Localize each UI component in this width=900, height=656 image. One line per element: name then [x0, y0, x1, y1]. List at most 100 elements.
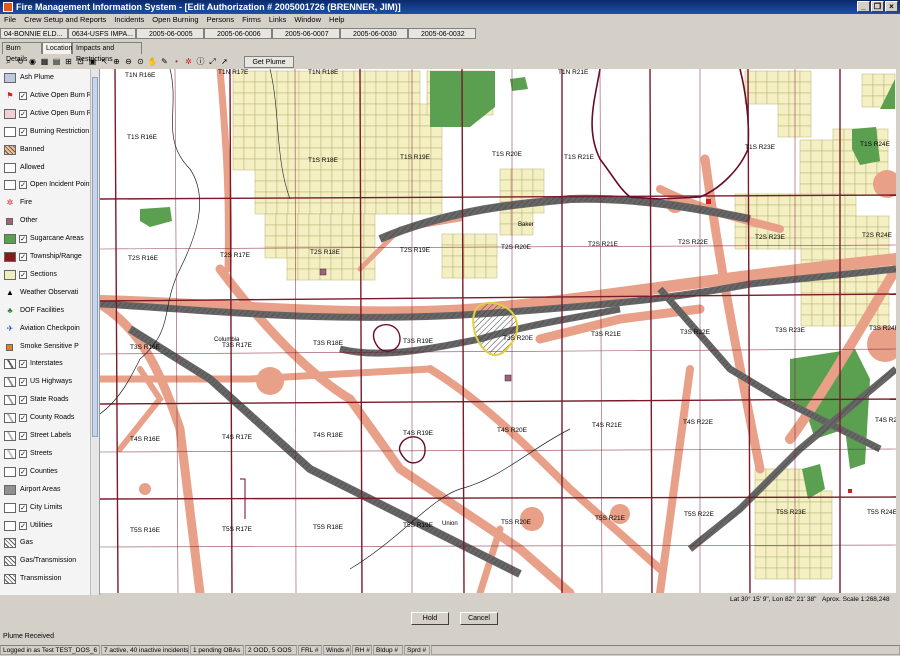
menu-crew-setup[interactable]: Crew Setup and Reports: [20, 14, 110, 26]
close-button[interactable]: ×: [885, 1, 898, 12]
menu-window[interactable]: Window: [290, 14, 325, 26]
legend-item[interactable]: ✓ Open Incident Point: [2, 178, 98, 194]
menu-help[interactable]: Help: [325, 14, 348, 26]
legend-item[interactable]: Banned: [2, 143, 98, 159]
hold-button[interactable]: Hold: [411, 612, 449, 625]
point-icon[interactable]: •: [171, 56, 182, 67]
legend-item[interactable]: ▲ Weather Observati: [2, 286, 98, 302]
layer-checkbox[interactable]: ✓: [19, 181, 27, 190]
legend-item[interactable]: Gas: [2, 536, 98, 552]
layer-checkbox[interactable]: ✓: [19, 91, 27, 100]
menu-firms[interactable]: Firms: [238, 14, 265, 26]
legend-item[interactable]: Ash Plume: [2, 71, 98, 87]
layer-checkbox[interactable]: ✓: [19, 432, 27, 440]
township-label: T5S R23E: [776, 509, 806, 516]
record-tab[interactable]: 2005-06-0005: [136, 28, 204, 39]
layer-checkbox[interactable]: ✓: [19, 414, 27, 423]
layer-checkbox[interactable]: ✓: [19, 449, 27, 458]
section-cell: [297, 257, 310, 270]
legend-item[interactable]: Other: [2, 214, 98, 230]
legend-item[interactable]: ✈ Aviation Checkpoin: [2, 322, 98, 338]
tab-location[interactable]: Location: [42, 42, 72, 54]
restore-button[interactable]: ❐: [871, 1, 884, 12]
line-symbol: [4, 448, 16, 459]
section-cell: [765, 567, 778, 580]
layer-checkbox[interactable]: ✓: [19, 235, 27, 244]
menu-file[interactable]: File: [0, 14, 20, 26]
minimize-button[interactable]: _: [857, 1, 870, 12]
record-tab[interactable]: 0634-USFS IMPA...: [68, 28, 136, 39]
zoom-box-icon[interactable]: ⊙: [135, 56, 146, 67]
legend-item[interactable]: ✓ Township/Range: [2, 250, 98, 266]
legend-item[interactable]: Gas/Transmission: [2, 554, 98, 570]
detail-tabs: Burn Details Location Impacts and Restri…: [0, 42, 900, 63]
menu-incidents[interactable]: Incidents: [110, 14, 148, 26]
layer-checkbox[interactable]: ✓: [19, 270, 27, 279]
zoom-out-icon[interactable]: ⊖: [123, 56, 134, 67]
legend-item[interactable]: ✓ Street Labels: [2, 429, 98, 445]
refresh-icon[interactable]: ↻: [15, 56, 26, 67]
cancel-button[interactable]: Cancel: [460, 612, 498, 625]
legend-item[interactable]: ✓ Streets: [2, 447, 98, 463]
legend-item[interactable]: ✓ State Roads: [2, 393, 98, 409]
fire-point-icon[interactable]: ✲: [183, 56, 194, 67]
legend-scrollbar[interactable]: [90, 69, 99, 595]
layer-checkbox[interactable]: ✓: [19, 253, 27, 261]
layer-checkbox[interactable]: ✓: [19, 521, 27, 530]
measure-icon[interactable]: ✎: [159, 56, 170, 67]
legend-item[interactable]: ✓ Sugarcane Areas: [2, 232, 98, 248]
legend-item[interactable]: Transmission: [2, 572, 98, 588]
menu-open-burning[interactable]: Open Burning: [148, 14, 202, 26]
grid-icon[interactable]: ▤: [51, 56, 62, 67]
legend-item[interactable]: ✓ County Roads: [2, 411, 98, 427]
record-tab[interactable]: 2005-06-0007: [272, 28, 340, 39]
info-icon[interactable]: ⓘ: [195, 56, 206, 67]
layer-checkbox[interactable]: ✓: [19, 503, 27, 512]
legend-item[interactable]: ✓ US Highways: [2, 375, 98, 391]
menu-persons[interactable]: Persons: [203, 14, 239, 26]
layer-checkbox[interactable]: ✓: [19, 109, 27, 118]
binoculars-icon[interactable]: ⌕: [3, 56, 14, 67]
record-tab[interactable]: 04-BONNIE ELD...: [0, 28, 68, 39]
tab-burn-details[interactable]: Burn Details: [2, 42, 42, 63]
legend-item[interactable]: ✓ Interstates: [2, 357, 98, 373]
layers-icon[interactable]: ▦: [39, 56, 50, 67]
layer-checkbox[interactable]: ✓: [19, 378, 27, 387]
legend-item[interactable]: ✓ City Limits: [2, 501, 98, 517]
legend-item[interactable]: ✓ Burning Restriction: [2, 125, 98, 141]
layer-checkbox[interactable]: ✓: [19, 360, 27, 369]
record-tab[interactable]: 2005-06-0032: [408, 28, 476, 39]
zoom-in-icon[interactable]: ⊕: [111, 56, 122, 67]
record-tab[interactable]: 2005-06-0006: [204, 28, 272, 39]
full-extent-icon[interactable]: ⊞: [63, 56, 74, 67]
frame-icon[interactable]: ▣: [87, 56, 98, 67]
legend-item[interactable]: ✓ Sections: [2, 268, 98, 284]
section-cell: [754, 523, 767, 536]
legend-item[interactable]: ✓ Utilities: [2, 519, 98, 535]
legend-item[interactable]: ♣ DOF Facilities: [2, 304, 98, 320]
globe-icon[interactable]: ◉: [27, 56, 38, 67]
tab-impacts-restrictions[interactable]: Impacts and Restrictions: [72, 42, 142, 63]
legend-item[interactable]: ✓ Counties: [2, 465, 98, 481]
record-tab[interactable]: 2005-06-0030: [340, 28, 408, 39]
layer-checkbox[interactable]: ✓: [19, 467, 27, 476]
layer-checkbox[interactable]: ✓: [19, 127, 27, 136]
get-plume-button[interactable]: Get Plume: [244, 56, 294, 68]
select-icon[interactable]: ⤢: [207, 56, 218, 67]
scrollbar-thumb[interactable]: [92, 77, 98, 437]
menu-links[interactable]: Links: [265, 14, 291, 26]
legend-item[interactable]: Allowed: [2, 161, 98, 177]
extent-icon[interactable]: ⊡: [75, 56, 86, 67]
legend-item[interactable]: Smoke Sensitive P: [2, 340, 98, 356]
legend-item[interactable]: ⚑ ✓ Active Open Burn R: [2, 89, 98, 105]
legend-item[interactable]: ✲ Fire: [2, 196, 98, 212]
line-symbol: [4, 180, 16, 191]
legend-item[interactable]: Airport Areas: [2, 483, 98, 499]
pan-hand-icon[interactable]: ✋: [147, 56, 158, 67]
layer-checkbox[interactable]: ✓: [19, 396, 27, 405]
legend-item[interactable]: ✓ Active Open Burn R: [2, 107, 98, 123]
pointer-icon[interactable]: ↖: [99, 56, 110, 67]
arrow-tool-icon[interactable]: ➚: [219, 56, 230, 67]
section-cell: [375, 180, 388, 193]
map-view[interactable]: T1N R16E T1N R17E T1N R18E T1N R21E T1S R16E…: [100, 69, 896, 593]
